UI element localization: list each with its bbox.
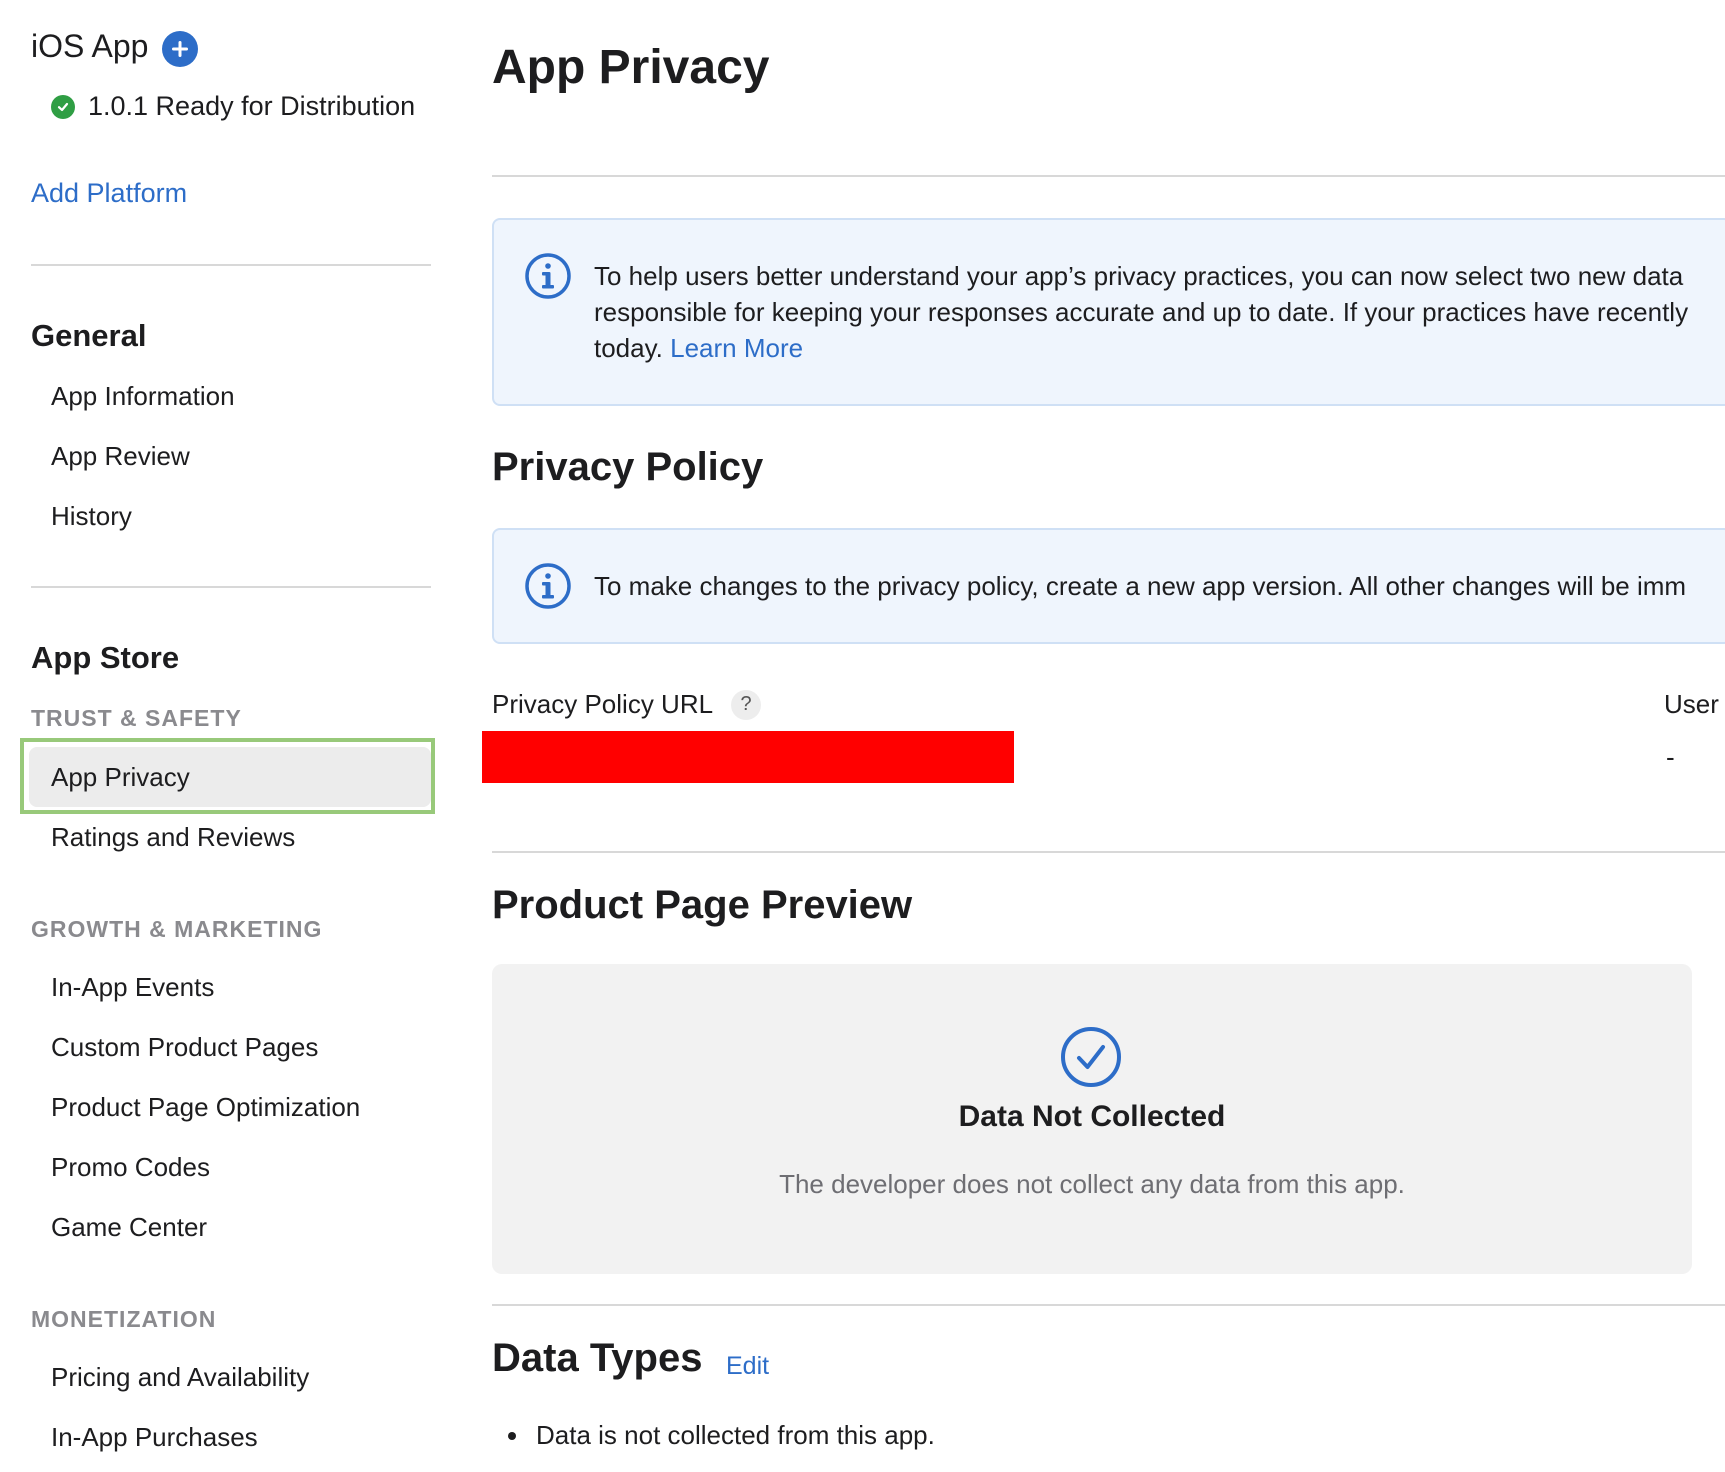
user-privacy-choices-label: User [1664, 689, 1719, 719]
user-privacy-choices-value: - [1666, 742, 1675, 772]
privacy-policy-notice: To make changes to the privacy policy, c… [492, 528, 1725, 644]
section-title-general: General [31, 318, 147, 353]
sidebar-item-app-information[interactable]: App Information [51, 381, 235, 411]
sidebar-divider [31, 264, 431, 266]
learn-more-link[interactable]: Learn More [670, 333, 803, 363]
sidebar-item-app-privacy[interactable]: App Privacy [51, 762, 190, 792]
section-divider [492, 851, 1725, 853]
redacted-privacy-policy-url [482, 731, 1014, 783]
list-item: Data is not collected from this app. [508, 1420, 935, 1451]
page-title: App Privacy [492, 41, 770, 94]
info-banner-line: today. Learn More [594, 330, 1688, 366]
info-icon [525, 253, 571, 299]
privacy-policy-url-label-text: Privacy Policy URL [492, 689, 714, 719]
sidebar-item-in-app-events[interactable]: In-App Events [51, 972, 214, 1002]
plus-icon [172, 41, 188, 57]
info-banner-line: responsible for keeping your responses a… [594, 297, 1689, 327]
checkmark-circle-icon [1061, 1027, 1121, 1087]
version-status-label: 1.0.1 Ready for Distribution [88, 91, 416, 121]
group-label-trust-safety: TRUST & SAFETY [31, 705, 242, 731]
sidebar-item-product-page-optimization[interactable]: Product Page Optimization [51, 1092, 360, 1122]
info-banner-line: To help users better understand your app… [594, 261, 1684, 291]
sidebar-item-game-center[interactable]: Game Center [51, 1212, 207, 1242]
section-title-app-store: App Store [31, 640, 180, 675]
sidebar-item-in-app-purchases[interactable]: In-App Purchases [51, 1422, 258, 1452]
sidebar-item-pricing-and-availability[interactable]: Pricing and Availability [51, 1362, 309, 1392]
data-not-collected-description: The developer does not collect any data … [779, 1169, 1405, 1199]
version-status[interactable]: 1.0.1 Ready for Distribution [51, 91, 415, 122]
sidebar-item-custom-product-pages[interactable]: Custom Product Pages [51, 1032, 318, 1062]
data-types-item: Data is not collected from this app. [536, 1420, 935, 1450]
privacy-policy-url-label: Privacy Policy URL ? [492, 689, 762, 720]
info-banner: To help users better understand your app… [492, 218, 1725, 406]
platform-title: iOS App [31, 28, 149, 64]
privacy-policy-heading: Privacy Policy [492, 445, 764, 489]
data-not-collected-title: Data Not Collected [958, 1100, 1226, 1133]
check-circle-icon [51, 94, 75, 119]
info-icon [525, 563, 571, 609]
add-version-button[interactable] [162, 31, 198, 67]
main-content: App Privacy To help users better underst… [482, 0, 1725, 1472]
sidebar: iOS App 1.0.1 Ready for Distribution Add… [0, 0, 440, 1472]
data-types-heading: Data Types [492, 1336, 703, 1380]
info-banner-line-prefix: today. [594, 333, 671, 363]
product-page-preview-card: Data Not Collected The developer does no… [492, 964, 1692, 1274]
help-icon[interactable]: ? [731, 689, 762, 720]
product-page-preview-heading: Product Page Preview [492, 883, 913, 927]
section-divider [492, 1304, 1725, 1306]
group-label-growth-marketing: GROWTH & MARKETING [31, 916, 323, 942]
group-label-monetization: MONETIZATION [31, 1306, 217, 1332]
privacy-policy-notice-text: To make changes to the privacy policy, c… [594, 571, 1687, 601]
sidebar-item-ratings-and-reviews[interactable]: Ratings and Reviews [51, 822, 295, 852]
sidebar-item-promo-codes[interactable]: Promo Codes [51, 1152, 210, 1182]
edit-data-types-link[interactable]: Edit [726, 1352, 769, 1381]
add-platform-link[interactable]: Add Platform [31, 178, 187, 209]
section-divider [492, 175, 1725, 177]
bullet-icon [508, 1431, 516, 1440]
sidebar-item-app-review[interactable]: App Review [51, 441, 190, 471]
sidebar-item-history[interactable]: History [51, 501, 132, 531]
sidebar-divider [31, 586, 431, 588]
